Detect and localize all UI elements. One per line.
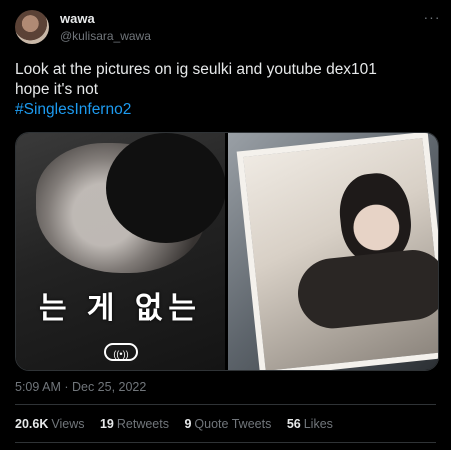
media-grid: 는 게 없는 ((•))	[15, 132, 439, 371]
views-label: Views	[51, 417, 85, 431]
avatar[interactable]	[15, 10, 49, 44]
hashtag-link[interactable]: #SinglesInferno2	[15, 100, 435, 120]
retweets-stat[interactable]: 19 Retweets	[100, 417, 169, 431]
tweet-text-line-1: Look at the pictures on ig seulki and yo…	[15, 61, 377, 78]
author-name[interactable]: wawa	[60, 11, 95, 26]
retweets-label: Retweets	[116, 417, 169, 431]
views-stat[interactable]: 20.6K Views	[15, 417, 84, 431]
tweet-timestamp[interactable]: 5:09 AM · Dec 25, 2022	[15, 380, 146, 394]
divider	[15, 442, 436, 443]
engagement-stats: 20.6K Views 19 Retweets 9 Quote Tweets 56 Li…	[15, 417, 436, 431]
likes-count: 56	[286, 417, 301, 431]
quotes-count: 9	[184, 417, 192, 431]
tweet-text-line-2: hope it's not	[15, 81, 99, 98]
video-caption: 는 게 없는	[38, 292, 203, 325]
quotes-stat[interactable]: 9 Quote Tweets	[184, 417, 271, 431]
views-count: 20.6K	[15, 417, 49, 431]
divider	[15, 404, 436, 405]
cat-shape	[294, 246, 438, 332]
tweet-text: Look at the pictures on ig seulki and yo…	[15, 60, 435, 120]
quotes-label: Quote Tweets	[194, 417, 272, 431]
more-options-icon[interactable]: ···	[422, 10, 442, 24]
likes-label: Likes	[303, 417, 333, 431]
polaroid-photo	[236, 133, 438, 370]
media-image-right[interactable]	[228, 133, 438, 370]
hair-shape	[106, 133, 225, 243]
media-image-left[interactable]: 는 게 없는 ((•))	[16, 133, 225, 370]
play-icon[interactable]: ((•))	[104, 343, 138, 361]
tweet-header: wawa @kulisara_wawa ···	[0, 0, 451, 50]
retweets-count: 19	[99, 417, 114, 431]
likes-stat[interactable]: 56 Likes	[287, 417, 333, 431]
author-handle[interactable]: @kulisara_wawa	[60, 29, 151, 43]
